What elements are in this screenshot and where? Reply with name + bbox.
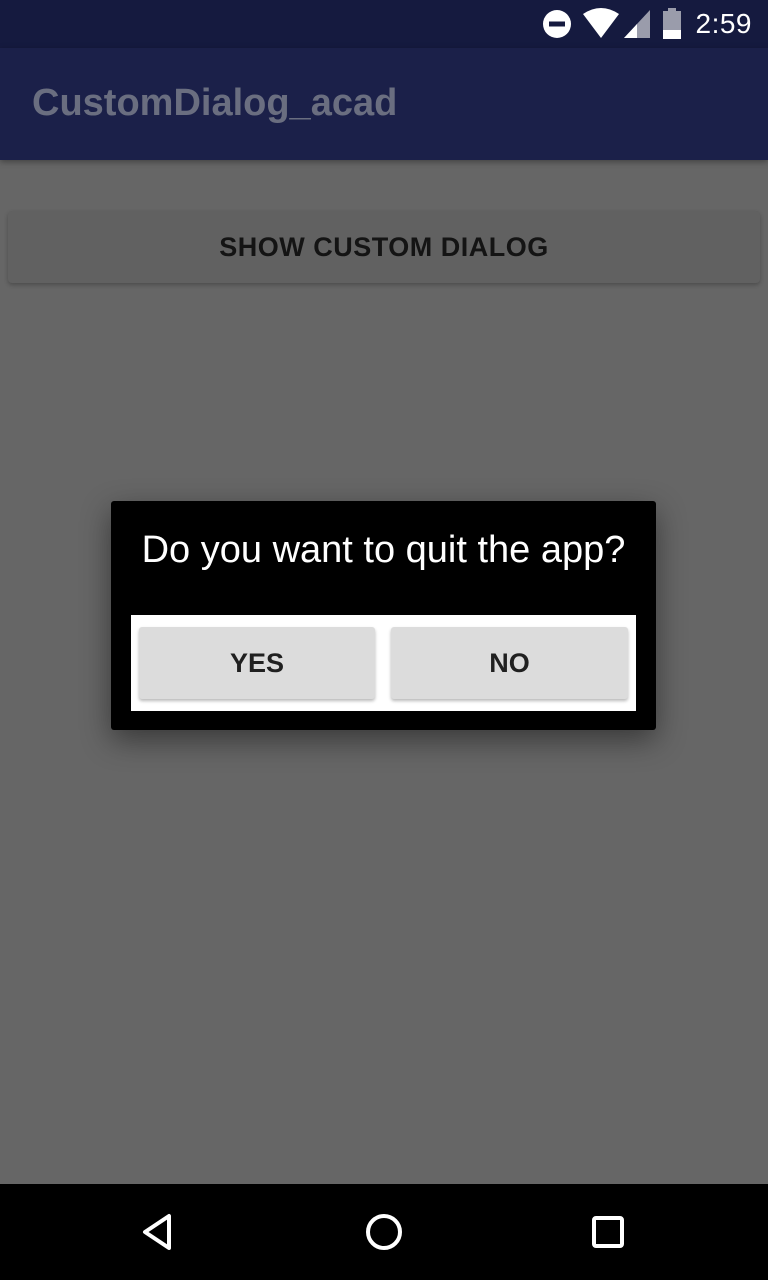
quit-dialog: Do you want to quit the app? YES NO: [111, 501, 656, 730]
battery-icon: [662, 8, 681, 39]
dialog-message: Do you want to quit the app?: [141, 529, 626, 571]
status-icons: 2:59: [532, 0, 768, 48]
status-bar: 2:59: [0, 0, 768, 48]
cell-signal-icon: [623, 10, 650, 38]
navigation-bar: [0, 1184, 768, 1280]
app-bar: CustomDialog_acad: [0, 48, 768, 160]
status-time: 2:59: [695, 8, 752, 39]
yes-button[interactable]: YES: [139, 627, 375, 699]
dialog-button-row: YES NO: [131, 615, 636, 711]
wifi-icon: [582, 8, 619, 38]
do-not-disturb-icon: [542, 10, 571, 38]
screen: 2:59 CustomDialog_acad SHOW CUSTOM DIALO…: [0, 0, 768, 1280]
app-title: CustomDialog_acad: [32, 82, 398, 124]
show-custom-dialog-button[interactable]: SHOW CUSTOM DIALOG: [8, 211, 760, 283]
no-button[interactable]: NO: [391, 627, 628, 699]
back-icon[interactable]: [136, 1208, 184, 1256]
home-icon[interactable]: [360, 1208, 408, 1256]
recents-icon[interactable]: [584, 1208, 632, 1256]
